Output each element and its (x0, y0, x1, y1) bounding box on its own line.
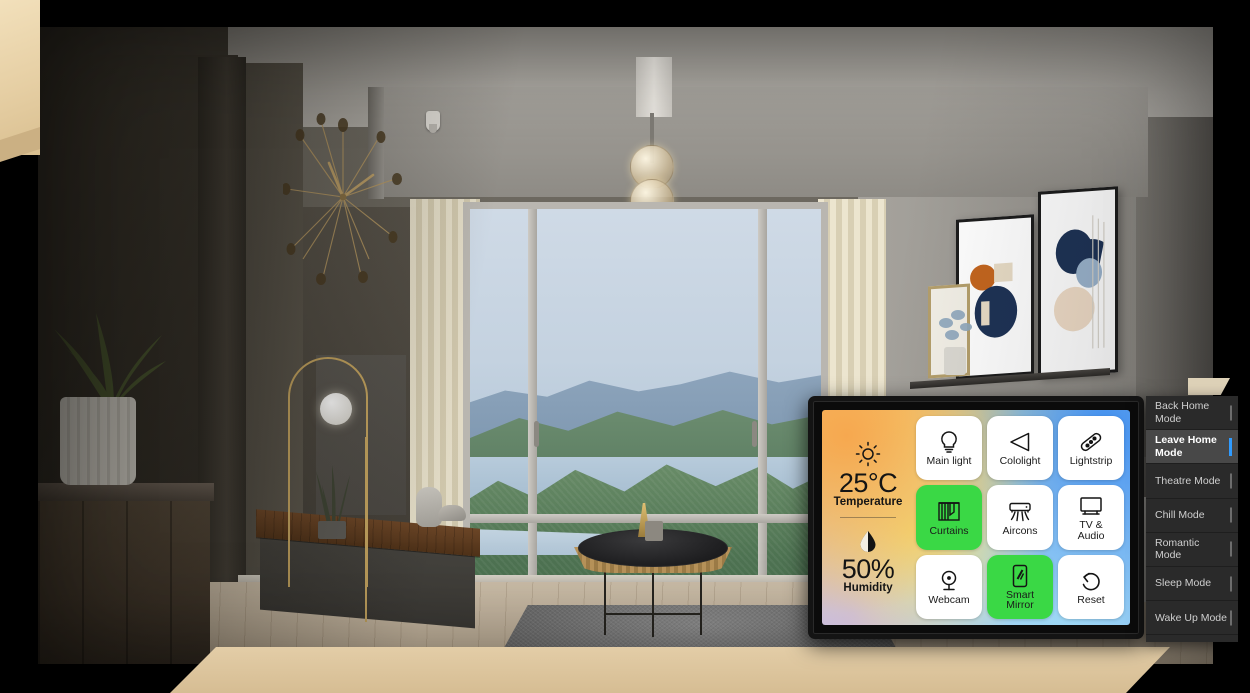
temperature-value: 25°C (838, 467, 898, 498)
mode-item-label: Wake Up Mode (1155, 611, 1227, 624)
divider (840, 517, 896, 518)
plant-pot (60, 397, 136, 485)
coffee-table-leg (604, 565, 606, 635)
tile-label: Webcam (928, 593, 970, 606)
mode-indicator (1230, 507, 1232, 523)
wall-art-right (1038, 186, 1118, 378)
panel-screen: 25°C Temperature 50% Humidity Main light… (822, 410, 1130, 625)
mode-item-back-home-mode[interactable]: Back Home Mode (1146, 396, 1238, 431)
mode-item-label: Sleep Mode (1155, 577, 1212, 590)
decorative-branch (934, 297, 976, 377)
mode-indicator (1230, 405, 1232, 421)
mode-indicator (1230, 473, 1232, 489)
mode-item-label: Romantic Mode (1155, 536, 1200, 562)
mode-item-label: Theatre Mode (1155, 474, 1221, 487)
mode-item-label: Leave Home Mode (1155, 434, 1217, 459)
tile-label: TV & Audio (1077, 519, 1105, 542)
mode-indicator (1230, 541, 1232, 557)
mode-item-label: Chill Mode (1155, 508, 1205, 521)
window-mullion (528, 209, 537, 585)
television-icon (1080, 497, 1102, 516)
scene-mode-list[interactable]: Back Home Mode Leave Home Mode Theatre Mod… (1146, 396, 1238, 642)
water-drop-icon (855, 527, 881, 553)
decorative-bowl (438, 505, 466, 521)
smart-home-control-panel[interactable]: 25°C Temperature 50% Humidity Main light… (808, 396, 1144, 639)
tile-cololight[interactable]: Cololight (987, 416, 1053, 481)
tile-lightstrip[interactable]: Lightstrip (1058, 416, 1124, 481)
curtains-icon (938, 501, 960, 521)
mode-item-chill-mode[interactable]: Chill Mode (1146, 499, 1238, 533)
humidity-value: 50% (841, 554, 895, 584)
undo-arrow-icon (1082, 572, 1100, 591)
tile-label: Main light (926, 455, 972, 468)
mirror-icon (1012, 564, 1028, 587)
coffee-table-leg (700, 565, 702, 635)
environment-column: 25°C Temperature 50% Humidity (822, 410, 914, 625)
mode-selected-indicator (1229, 437, 1232, 456)
mode-item-theatre-mode[interactable]: Theatre Mode (1146, 464, 1238, 499)
mode-item-leave-home-mode[interactable]: Leave Home Mode (1146, 430, 1238, 465)
arch-lamp-globe (320, 393, 352, 425)
mode-item-romantic-mode[interactable]: Romantic Mode (1146, 533, 1238, 567)
candle-holder (645, 521, 663, 541)
window-mullion (758, 209, 767, 585)
decorative-tab-right (1188, 378, 1230, 395)
mode-item-wake-up-mode[interactable]: Wake Up Mode (1146, 601, 1238, 636)
potted-plant (48, 307, 168, 407)
window-soffit (378, 87, 1148, 197)
tile-label: Cololight (999, 455, 1041, 468)
webcam-icon (941, 570, 957, 591)
humidity-label: Humidity (843, 582, 893, 595)
device-tile-grid: Main light Cololight Lightstrip Curtains… (914, 410, 1130, 625)
lightstrip-icon (1080, 433, 1102, 452)
decorative-vase (416, 487, 442, 527)
window-handle (752, 421, 757, 447)
lightbulb-icon (941, 431, 957, 454)
tile-label: Smart Mirror (1005, 588, 1034, 612)
sun-icon (855, 441, 881, 467)
decorative-band-bottom (170, 647, 1170, 693)
tile-label: Aircons (1002, 524, 1038, 537)
tile-label: Lightstrip (1069, 455, 1113, 468)
mode-item-sleep-mode[interactable]: Sleep Mode (1146, 567, 1238, 602)
arch-floor-lamp-frame (288, 357, 368, 587)
coffee-table-stretcher (604, 613, 702, 615)
tile-curtains[interactable]: Curtains (916, 485, 982, 550)
mode-indicator (1230, 610, 1232, 626)
left-cabinet (38, 495, 210, 664)
aircon-icon (1009, 502, 1031, 521)
tile-label: Reset (1077, 593, 1105, 606)
tile-tv-audio[interactable]: TV & Audio (1058, 485, 1124, 550)
mode-indicator (1230, 576, 1232, 592)
tile-label: Curtains (929, 524, 969, 537)
tile-main-light[interactable]: Main light (916, 416, 982, 481)
humidity-block: 50% Humidity (842, 527, 895, 594)
decorative-corner-panel-top-left (0, 0, 40, 155)
sunburst-wall-clock (281, 107, 403, 287)
arch-lamp-stem (365, 437, 367, 622)
pendant-ceiling-plate (636, 57, 672, 117)
triangle-icon (1010, 433, 1030, 452)
window-handle (534, 421, 539, 447)
tile-webcam[interactable]: Webcam (916, 554, 982, 619)
tile-reset[interactable]: Reset (1058, 554, 1124, 619)
temperature-block: 25°C Temperature (833, 441, 903, 508)
tile-aircons[interactable]: Aircons (987, 485, 1053, 550)
coffee-table-leg (652, 571, 654, 637)
tile-smart-mirror[interactable]: Smart Mirror (987, 554, 1053, 619)
mode-item-label: Back Home Mode (1155, 400, 1210, 425)
temperature-label: Temperature (833, 496, 903, 508)
ceiling-sensor-icon (426, 111, 440, 133)
left-cabinet-top (38, 483, 214, 501)
